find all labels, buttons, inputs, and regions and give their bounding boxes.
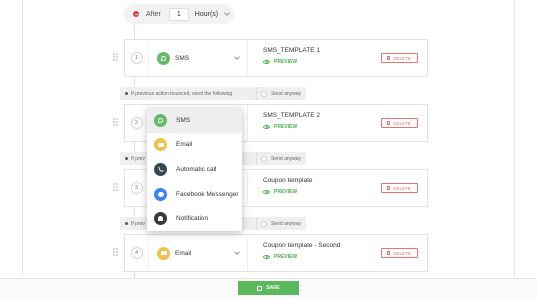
send-anyway-toggle[interactable] [261, 155, 267, 162]
channel-select[interactable]: SMS [149, 40, 248, 76]
dropdown-item-automatic-call[interactable]: Automatic call [147, 157, 242, 182]
save-icon [257, 285, 263, 291]
bell-icon [154, 212, 167, 226]
after-label: After [146, 10, 161, 18]
drag-handle-icon[interactable] [113, 118, 118, 126]
drag-handle-icon[interactable] [113, 248, 118, 256]
left-divider [22, 0, 23, 277]
bullet-icon [125, 157, 128, 160]
channel-label: Email [175, 249, 192, 257]
flow-connector [134, 77, 135, 86]
trash-icon [387, 121, 391, 125]
email-icon [154, 138, 167, 152]
eye-icon [263, 255, 270, 259]
send-anyway-toggle[interactable] [261, 90, 267, 97]
delete-button[interactable]: DELETE [380, 53, 418, 63]
template-name: SMS_TEMPLATE 2 [263, 112, 320, 119]
bullet-icon [125, 92, 128, 95]
eye-icon [263, 125, 270, 129]
step-number: 2 [130, 117, 143, 129]
template-name: Coupon template - Second [263, 242, 341, 249]
chevron-down-icon [234, 249, 240, 255]
preview-link[interactable]: PREVIEW [263, 59, 297, 65]
dropdown-item-facebook-messenger[interactable]: Facebook Messenger [147, 182, 242, 207]
condition-text: If prev [131, 155, 145, 162]
email-icon [157, 246, 170, 260]
delete-button[interactable]: DELETE [380, 118, 418, 128]
send-anyway-label: Send anyway [271, 90, 302, 97]
condition-text: If prev [131, 220, 145, 227]
flow-connector [134, 24, 135, 39]
sms-icon [154, 113, 167, 127]
right-divider [514, 0, 515, 277]
step-number: 1 [130, 52, 143, 64]
bullet-icon [125, 222, 128, 225]
template-name: Coupon template [263, 177, 313, 184]
eye-icon [263, 60, 270, 64]
delete-button[interactable]: DELETE [380, 248, 418, 258]
save-button[interactable]: SAVE [238, 281, 299, 295]
flow-connector [134, 142, 135, 151]
channel-label: SMS [175, 54, 190, 62]
messenger-icon [154, 187, 167, 201]
chevron-down-icon [234, 54, 240, 60]
dropdown-item-sms[interactable]: SMS [147, 108, 242, 133]
remove-delay-icon[interactable] [133, 11, 139, 17]
preview-link[interactable]: PREVIEW [263, 124, 297, 130]
preview-link[interactable]: PREVIEW [263, 189, 297, 195]
delay-unit-select[interactable]: Hour(s) [195, 11, 218, 18]
flow-connector [134, 207, 135, 216]
send-anyway-label: Send anyway [271, 155, 302, 162]
sms-icon [157, 51, 170, 65]
channel-select[interactable]: Email [149, 235, 248, 271]
delay-value-input[interactable]: 1 [168, 7, 189, 21]
template-name: SMS_TEMPLATE 1 [263, 47, 320, 54]
drag-handle-icon[interactable] [113, 183, 118, 191]
step-number: 4 [130, 247, 143, 259]
trash-icon [387, 186, 391, 190]
step-number: 3 [130, 182, 143, 194]
dropdown-item-notification[interactable]: Notification [147, 206, 242, 231]
chevron-down-icon[interactable] [224, 10, 230, 16]
channel-dropdown-menu: SMS Email Automatic call Facebook Messen… [147, 108, 242, 231]
eye-icon [263, 190, 270, 194]
condition-text: If previous action bounced, send the fol… [131, 90, 233, 97]
send-anyway-label: Send anyway [271, 220, 302, 227]
phone-icon [154, 162, 167, 176]
trash-icon [387, 251, 391, 255]
delete-button[interactable]: DELETE [380, 183, 418, 193]
preview-link[interactable]: PREVIEW [263, 254, 297, 260]
dropdown-item-email[interactable]: Email [147, 133, 242, 158]
delay-bar: After 1 Hour(s) [124, 4, 234, 24]
condition-bar: If previous action bounced, send the fol… [120, 87, 306, 100]
trash-icon [387, 56, 391, 60]
send-anyway-toggle[interactable] [261, 220, 267, 227]
drag-handle-icon[interactable] [113, 53, 118, 61]
